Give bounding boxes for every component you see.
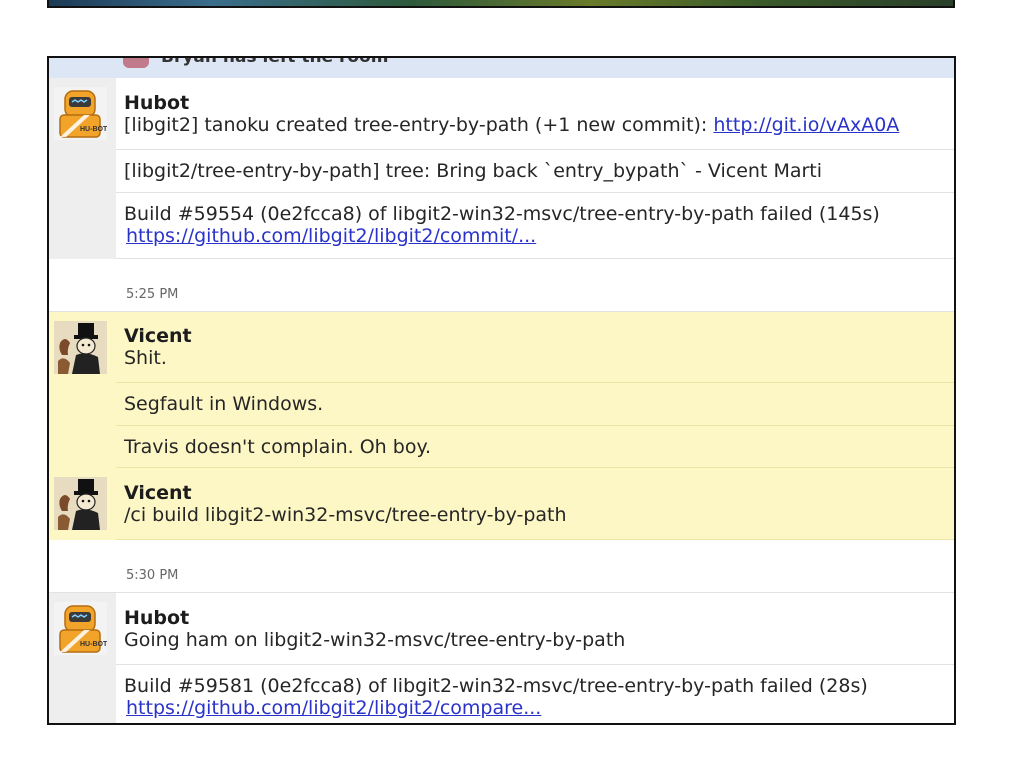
chat-feed: Bryan has left the room HU-BOT Hubot [li… [49, 58, 954, 723]
message-author: Hubot [124, 607, 190, 629]
timestamp-row: 5:25 PM [49, 259, 954, 312]
message-group: HU-BOT Hubot Going ham on libgit2-win32-… [49, 593, 954, 723]
system-notice-row: Bryan has left the room [49, 58, 954, 78]
message-text: [libgit2/tree-entry-by-path] tree: Bring… [124, 160, 823, 182]
message-author: Vicent [124, 325, 192, 347]
header-image-strip [47, 0, 955, 8]
avatar-column: HU-BOT [49, 593, 116, 723]
message-item: Build #59581 (0e2fcca8) of libgit2-win32… [116, 665, 954, 723]
message-text: /ci build libgit2-win32-msvc/tree-entry-… [124, 504, 567, 526]
message-author: Vicent [124, 482, 192, 504]
hubot-badge-text: HU-BOT [80, 126, 107, 133]
timestamp: 5:30 PM [126, 568, 179, 583]
robot-icon: HU-BOT [54, 602, 107, 655]
timestamp-row: 5:30 PM [49, 540, 954, 593]
message-text: Segfault in Windows. [124, 393, 324, 415]
message-item: Vicent Shit. [116, 312, 954, 383]
message-item: Vicent /ci build libgit2-win32-msvc/tree… [116, 468, 954, 540]
avatar-column [49, 312, 116, 468]
message-group: Vicent Shit. Segfault in Windows. Travis… [49, 312, 954, 468]
message-item: Segfault in Windows. [116, 383, 954, 426]
avatar-column [49, 468, 116, 540]
message-group: Vicent /ci build libgit2-win32-msvc/tree… [49, 468, 954, 540]
commit-link[interactable]: http://git.io/vAxA0A [713, 114, 899, 136]
message-item: Build #59554 (0e2fcca8) of libgit2-win32… [116, 193, 954, 259]
chat-window: Bryan has left the room HU-BOT Hubot [li… [47, 56, 956, 725]
message-group: HU-BOT Hubot [libgit2] tanoku created tr… [49, 78, 954, 259]
message-item: Hubot [libgit2] tanoku created tree-entr… [116, 78, 954, 150]
timestamp: 5:25 PM [126, 287, 179, 302]
top-hat-character-icon [54, 321, 107, 374]
avatar-column: HU-BOT [49, 78, 116, 259]
system-notice: Bryan has left the room [161, 56, 389, 67]
message-text: Build #59554 (0e2fcca8) of libgit2-win32… [124, 203, 880, 225]
build-link[interactable]: https://github.com/libgit2/libgit2/compa… [126, 697, 541, 719]
top-hat-character-icon [54, 477, 107, 530]
message-item: Hubot Going ham on libgit2-win32-msvc/tr… [116, 593, 954, 665]
robot-icon: HU-BOT [54, 87, 107, 140]
message-text: Going ham on libgit2-win32-msvc/tree-ent… [124, 629, 626, 651]
build-link[interactable]: https://github.com/libgit2/libgit2/commi… [126, 225, 536, 247]
message-author: Hubot [124, 92, 190, 114]
user-avatar [123, 58, 149, 68]
message-text: Build #59581 (0e2fcca8) of libgit2-win32… [124, 675, 868, 697]
hubot-badge-text: HU-BOT [80, 641, 107, 648]
message-text: [libgit2] tanoku created tree-entry-by-p… [124, 114, 900, 136]
message-text: Shit. [124, 347, 167, 369]
message-text: Travis doesn't complain. Oh boy. [124, 436, 432, 458]
message-item: [libgit2/tree-entry-by-path] tree: Bring… [116, 150, 954, 193]
message-item: Travis doesn't complain. Oh boy. [116, 426, 954, 468]
